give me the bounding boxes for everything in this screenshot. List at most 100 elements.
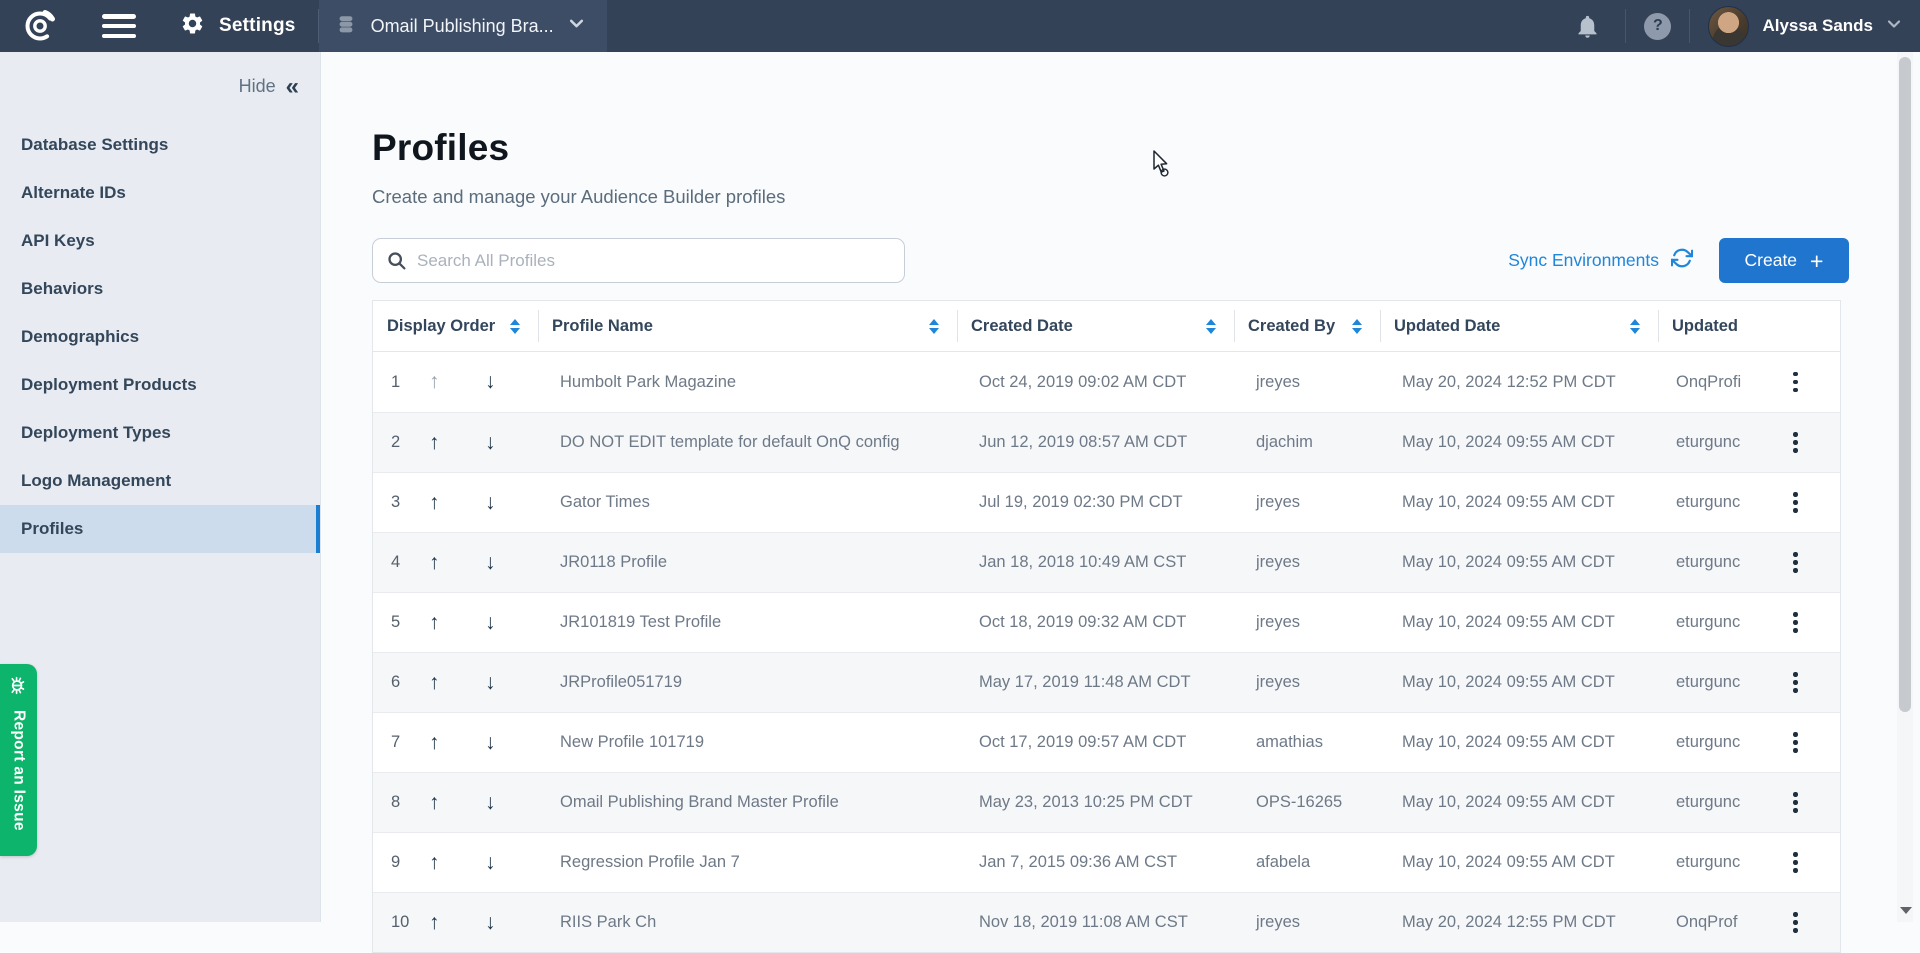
sidebar-item-profiles[interactable]: Profiles — [0, 505, 320, 553]
sidebar-item-label: Database Settings — [21, 135, 168, 155]
scrollbar-down-arrow[interactable] — [1900, 907, 1912, 914]
move-down-button[interactable]: ↓ — [477, 431, 533, 455]
created-date-cell: Jun 12, 2019 08:57 AM CDT — [957, 413, 1234, 472]
row-menu-kebab-button[interactable] — [1783, 366, 1808, 399]
row-order-number: 4 — [391, 553, 421, 572]
hide-sidebar-button[interactable]: Hide « — [0, 52, 320, 97]
column-header-updated-date[interactable]: Updated Date — [1380, 301, 1658, 351]
vertical-scrollbar[interactable] — [1897, 52, 1913, 922]
app-logo-icon[interactable] — [22, 8, 58, 44]
row-menu-kebab-button[interactable] — [1783, 726, 1808, 759]
row-order-number: 6 — [391, 673, 421, 692]
settings-section-header: Settings — [180, 11, 296, 41]
move-down-button[interactable]: ↓ — [477, 491, 533, 515]
row-menu-kebab-button[interactable] — [1783, 906, 1808, 939]
row-order-number: 2 — [391, 433, 421, 452]
profile-name-cell: RIIS Park Ch — [538, 893, 957, 952]
sidebar-item-database-settings[interactable]: Database Settings — [0, 121, 320, 169]
move-down-button[interactable]: ↓ — [477, 370, 533, 394]
created-by-cell: jreyes — [1234, 893, 1380, 952]
move-up-button[interactable]: ↑ — [421, 370, 477, 394]
sidebar-item-logo-management[interactable]: Logo Management — [0, 457, 320, 505]
move-up-button[interactable]: ↑ — [421, 611, 477, 635]
column-header-profile-name[interactable]: Profile Name — [538, 301, 957, 351]
row-menu-kebab-button[interactable] — [1783, 786, 1808, 819]
row-menu-kebab-button[interactable] — [1783, 486, 1808, 519]
notifications-bell-icon[interactable] — [1567, 13, 1607, 40]
gear-icon — [180, 11, 205, 41]
create-button[interactable]: Create + — [1719, 238, 1849, 283]
row-menu-kebab-button[interactable] — [1783, 606, 1808, 639]
page-title: Profiles — [372, 126, 1920, 170]
sync-environments-link[interactable]: Sync Environments — [1508, 247, 1693, 274]
move-up-button[interactable]: ↑ — [421, 491, 477, 515]
updated-date-cell: May 10, 2024 09:55 AM CDT — [1380, 833, 1658, 892]
chevron-down-icon — [568, 15, 585, 37]
updated-date-cell: May 10, 2024 09:55 AM CDT — [1380, 473, 1658, 532]
column-header-updated-by[interactable]: Updated — [1658, 301, 1751, 351]
row-menu-kebab-button[interactable] — [1783, 546, 1808, 579]
column-header-created-date[interactable]: Created Date — [957, 301, 1234, 351]
table-row: 6 ↑ ↓ JRProfile051719 May 17, 2019 11:48… — [373, 652, 1840, 712]
column-header-display-order[interactable]: Display Order — [373, 301, 538, 351]
table-row: 4 ↑ ↓ JR0118 Profile Jan 18, 2018 10:49 … — [373, 532, 1840, 592]
collapse-chevrons-icon: « — [286, 78, 299, 96]
topbar-divider — [1689, 9, 1690, 43]
profile-name-cell: Humbolt Park Magazine — [538, 352, 957, 412]
updated-by-cell: eturgunc — [1658, 773, 1751, 832]
column-header-actions — [1751, 301, 1840, 351]
sidebar-item-api-keys[interactable]: API Keys — [0, 217, 320, 265]
scrollbar-thumb[interactable] — [1899, 57, 1911, 712]
move-up-button[interactable]: ↑ — [421, 671, 477, 695]
search-input[interactable] — [372, 238, 905, 283]
move-up-button[interactable]: ↑ — [421, 431, 477, 455]
move-up-button[interactable]: ↑ — [421, 551, 477, 575]
sidebar-item-label: Logo Management — [21, 471, 171, 491]
move-up-button[interactable]: ↑ — [421, 851, 477, 875]
updated-date-cell: May 10, 2024 09:55 AM CDT — [1380, 593, 1658, 652]
search-icon — [386, 250, 407, 276]
updated-by-cell: eturgunc — [1658, 593, 1751, 652]
row-menu-kebab-button[interactable] — [1783, 426, 1808, 459]
database-selector[interactable]: Omail Publishing Bra... — [319, 0, 607, 52]
help-icon[interactable]: ? — [1644, 13, 1671, 40]
bug-icon — [7, 674, 30, 702]
sidebar-item-label: Profiles — [21, 519, 83, 539]
column-header-created-by[interactable]: Created By — [1234, 301, 1380, 351]
search-box — [372, 238, 905, 283]
move-up-button[interactable]: ↑ — [421, 791, 477, 815]
updated-date-cell: May 10, 2024 09:55 AM CDT — [1380, 533, 1658, 592]
database-selector-value: Omail Publishing Bra... — [371, 16, 554, 37]
row-menu-kebab-button[interactable] — [1783, 666, 1808, 699]
move-down-button[interactable]: ↓ — [477, 611, 533, 635]
menu-icon[interactable] — [102, 14, 136, 38]
sidebar-item-deployment-types[interactable]: Deployment Types — [0, 409, 320, 457]
sidebar-item-demographics[interactable]: Demographics — [0, 313, 320, 361]
user-name: Alyssa Sands — [1762, 16, 1873, 36]
move-down-button[interactable]: ↓ — [477, 911, 533, 935]
row-menu-kebab-button[interactable] — [1783, 846, 1808, 879]
move-down-button[interactable]: ↓ — [477, 671, 533, 695]
move-down-button[interactable]: ↓ — [477, 731, 533, 755]
profile-name-cell: JRProfile051719 — [538, 653, 957, 712]
user-menu[interactable]: Alyssa Sands — [1708, 6, 1902, 47]
move-down-button[interactable]: ↓ — [477, 851, 533, 875]
move-up-button[interactable]: ↑ — [421, 731, 477, 755]
report-an-issue-tab[interactable]: Report an Issue — [0, 664, 37, 856]
report-issue-label: Report an Issue — [10, 710, 28, 831]
created-by-cell: djachim — [1234, 413, 1380, 472]
created-by-cell: afabela — [1234, 833, 1380, 892]
table-body: 1 ↑ ↓ Humbolt Park Magazine Oct 24, 2019… — [373, 352, 1840, 952]
sidebar-item-label: Alternate IDs — [21, 183, 126, 203]
sidebar-item-behaviors[interactable]: Behaviors — [0, 265, 320, 313]
move-up-button[interactable]: ↑ — [421, 911, 477, 935]
main-content: Profiles Create and manage your Audience… — [321, 52, 1920, 922]
sidebar-item-label: Deployment Products — [21, 375, 197, 395]
move-down-button[interactable]: ↓ — [477, 791, 533, 815]
sort-icon — [929, 319, 939, 334]
profile-name-cell: Omail Publishing Brand Master Profile — [538, 773, 957, 832]
sidebar-item-alternate-ids[interactable]: Alternate IDs — [0, 169, 320, 217]
move-down-button[interactable]: ↓ — [477, 551, 533, 575]
sidebar-item-deployment-products[interactable]: Deployment Products — [0, 361, 320, 409]
updated-by-cell: eturgunc — [1658, 413, 1751, 472]
